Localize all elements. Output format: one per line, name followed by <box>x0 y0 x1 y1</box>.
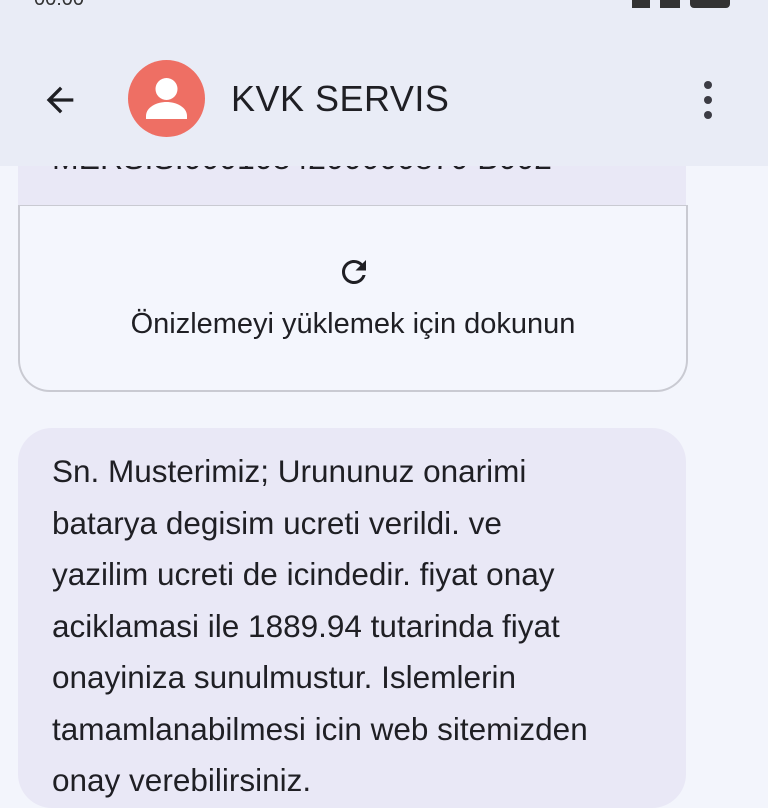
person-icon <box>146 78 187 119</box>
refresh-icon <box>342 260 366 284</box>
preview-load-label: Önizlemeyi yüklemek için dokunun <box>130 308 576 340</box>
status-icons <box>632 0 730 8</box>
wifi-icon <box>660 0 680 8</box>
message-line: Sn. Musterimiz; Urununuz onarimi <box>52 453 527 489</box>
contact-name: KVK SERVIS <box>231 78 450 119</box>
status-time: 00:00 <box>34 0 84 10</box>
app-bar: KVK SERVIS <box>0 10 768 166</box>
message-bubble[interactable]: Sn. Musterimiz; Urununuz onarimi batarya… <box>18 428 686 808</box>
message-line: yazilim ucreti de icindedir. fiyat onay <box>52 556 555 592</box>
message-line: tamamlanabilmesi icin web sitemizden <box>52 710 588 747</box>
more-options-button[interactable] <box>690 74 726 126</box>
message-line: onay verebilirsiniz. <box>52 762 312 798</box>
message-body: Sn. Musterimiz; Urununuz onarimi batarya… <box>52 446 672 807</box>
link-preview-card[interactable]: Önizlemeyi yüklemek için dokunun <box>18 205 688 392</box>
message-line: onayiniza sunulmustur. Islemlerin <box>52 659 516 695</box>
message-line: aciklamasi ile 1889.94 tutarinda fiyat <box>52 607 560 644</box>
more-vert-icon <box>704 81 712 89</box>
status-bar: 00:00 <box>0 0 768 10</box>
message-line: batarya degisim ucreti verildi. ve <box>52 504 502 541</box>
signal-icon <box>632 0 650 8</box>
battery-icon <box>690 0 730 8</box>
arrow-back-icon <box>46 86 74 114</box>
back-button[interactable] <box>36 76 84 124</box>
contact-avatar[interactable] <box>128 60 205 137</box>
